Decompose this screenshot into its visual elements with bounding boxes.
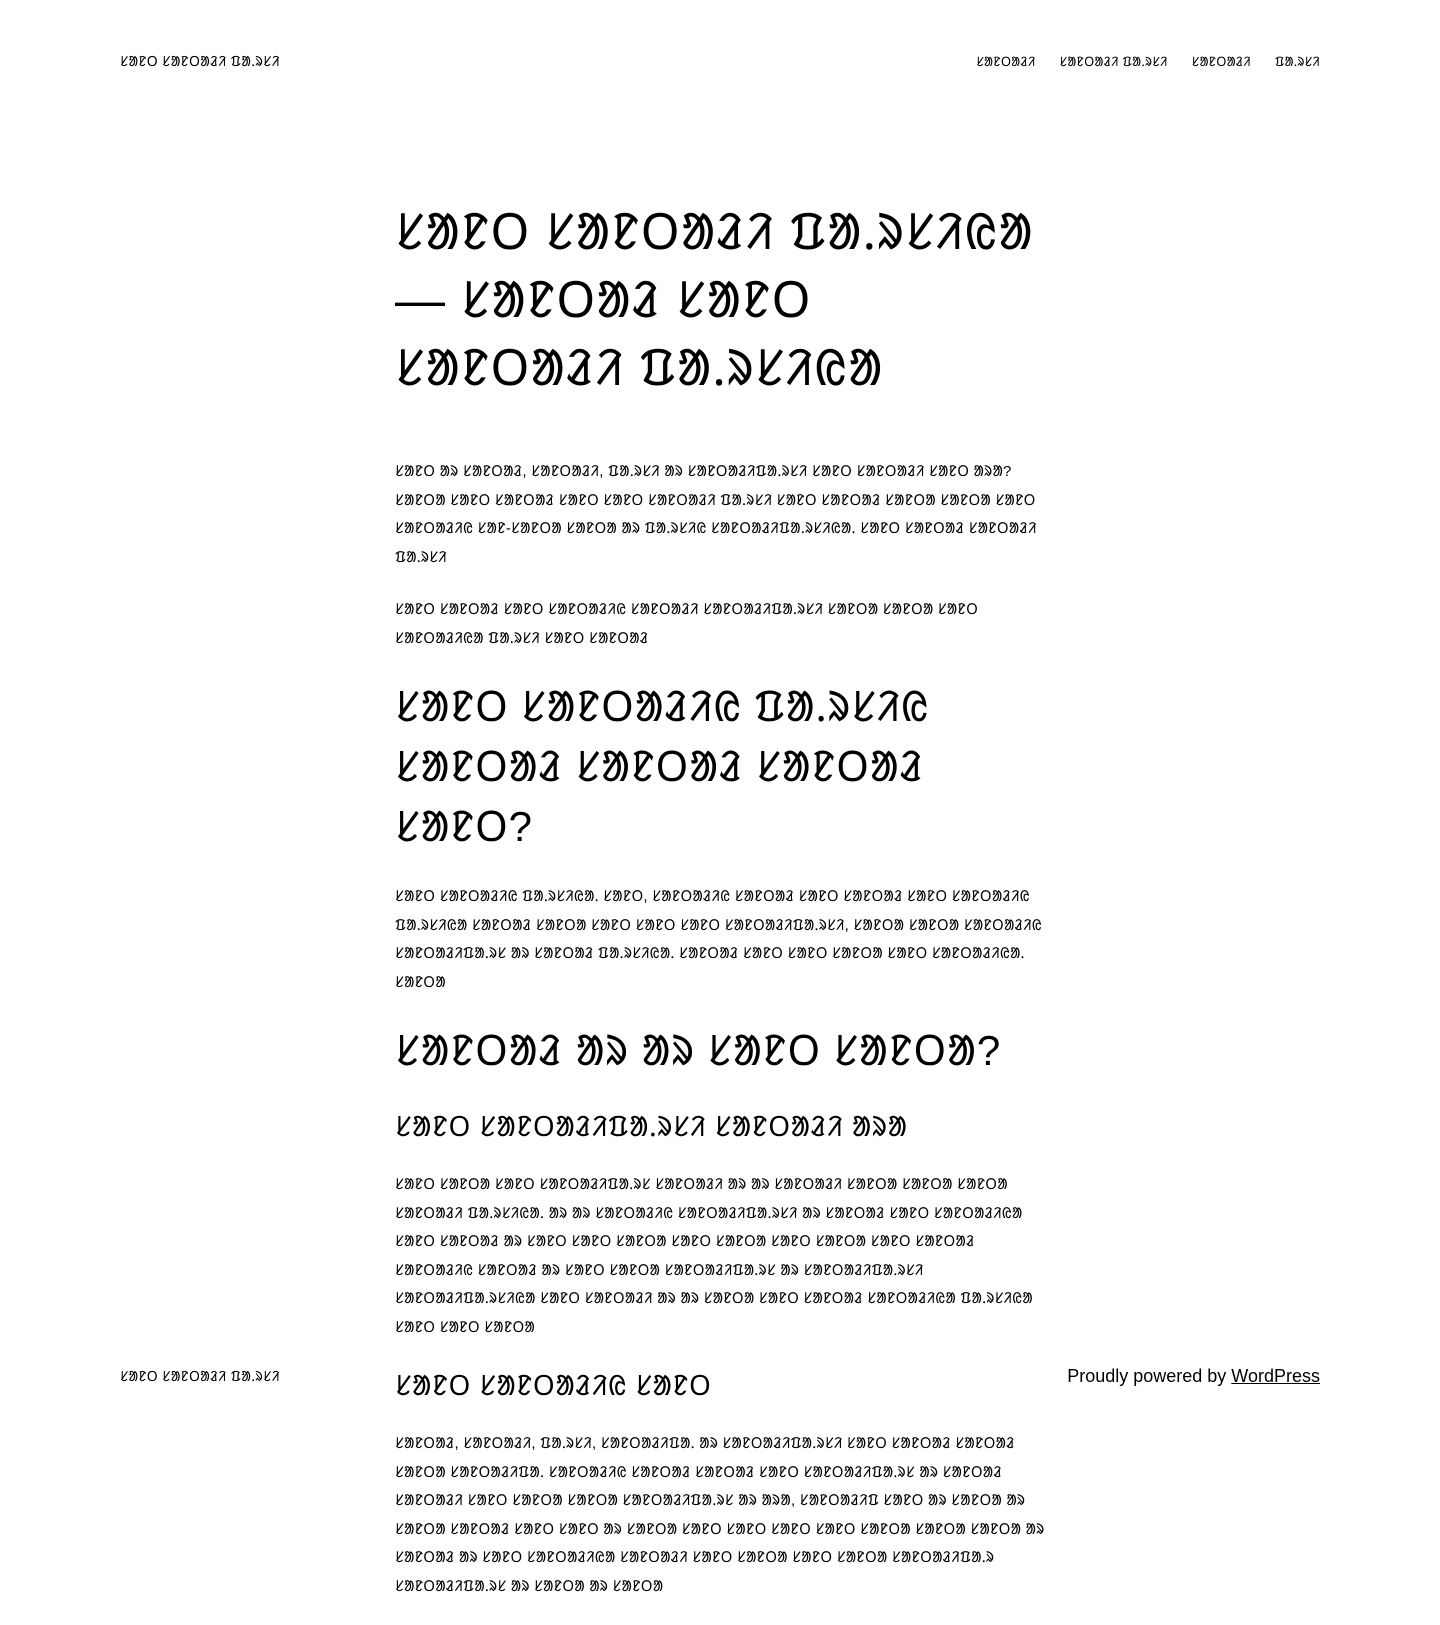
- nav-item-2[interactable]: ᱥᱟᱱᱛᱟᱲᱤ ᱯᱟᱹᱨᱥᱤ: [1059, 52, 1167, 70]
- site-footer: ᱥᱟᱱᱛ ᱥᱟᱱᱛᱟᱲᱤ ᱯᱟᱹᱨᱥᱤ Proudly powered by W…: [120, 1366, 1320, 1387]
- site-title-link[interactable]: ᱥᱟᱱᱛ ᱥᱟᱱᱛᱟᱲᱤ ᱯᱟᱹᱨᱥᱤ: [120, 52, 280, 71]
- page-title: ᱥᱟᱱᱛ ᱥᱟᱱᱛᱟᱲᱤ ᱯᱟᱹᱨᱥᱤᱭᱟ — ᱥᱟᱱᱛᱟᱲ ᱥᱟᱱᱛ ᱥᱟᱱᱛ…: [395, 204, 1034, 396]
- wordpress-link[interactable]: WordPress: [1231, 1366, 1320, 1386]
- nav-item-1[interactable]: ᱥᱟᱱᱛᱟᱲᱤ: [976, 52, 1035, 70]
- subsection-heading-1: ᱥᱟᱱᱛ ᱥᱟᱱᱛᱟᱲᱤᱯᱟᱹᱨᱥᱤ ᱥᱟᱱᱛᱟᱲᱤ ᱟᱨᱟ: [395, 1111, 908, 1142]
- site-header: ᱥᱟᱱᱛ ᱥᱟᱱᱛᱟᱲᱤ ᱯᱟᱹᱨᱥᱤ ᱥᱟᱱᱛᱟᱲᱤ ᱥᱟᱱᱛᱟᱲᱤ ᱯᱟᱹᱨ…: [120, 50, 1320, 72]
- nav-item-4[interactable]: ᱯᱟᱹᱨᱥᱤ: [1275, 52, 1320, 70]
- powered-by-text: Proudly powered by WordPress: [1067, 1366, 1320, 1387]
- nav-item-3[interactable]: ᱥᱟᱱᱛᱟᱲᱤ: [1192, 52, 1251, 70]
- subsection-paragraph-1: ᱥᱟᱱᱛ ᱥᱟᱱᱛᱟ ᱥᱟᱱᱛ ᱥᱟᱱᱛᱟᱲᱤᱯᱟᱹᱨᱥ ᱥᱟᱱᱛᱟᱲᱤ ᱟᱨ …: [395, 1176, 1033, 1336]
- powered-by-prefix: Proudly powered by: [1067, 1366, 1232, 1386]
- intro-paragraph: ᱥᱟᱱᱛ ᱟᱨ ᱥᱟᱱᱛᱟᱲ, ᱥᱟᱱᱛᱟᱲᱤ, ᱯᱟᱹᱨᱥᱤ ᱟᱨ ᱥᱟᱱᱛᱟ…: [395, 463, 1037, 566]
- intro-paragraph-2: ᱥᱟᱱᱛ ᱥᱟᱱᱛᱟᱲ ᱥᱟᱱᱛ ᱥᱟᱱᱛᱟᱲᱤᱭ ᱥᱟᱱᱛᱟᱲᱤ ᱥᱟᱱᱛᱟᱲ…: [395, 601, 979, 647]
- section-paragraph-1: ᱥᱟᱱᱛ ᱥᱟᱱᱛᱟᱲᱤᱭ ᱯᱟᱹᱨᱥᱤᱭᱟᱹ ᱥᱟᱱᱛ, ᱥᱟᱱᱛᱟᱲᱤᱭ ᱥ…: [395, 888, 1042, 991]
- section-heading-1: ᱥᱟᱱᱛ ᱥᱟᱱᱛᱟᱲᱤᱭ ᱯᱟᱹᱨᱥᱤᱭ ᱥᱟᱱᱛᱟᱲ ᱥᱟᱱᱛᱟᱲ ᱥᱟᱱᱛ…: [395, 683, 930, 850]
- primary-navigation: ᱥᱟᱱᱛᱟᱲᱤ ᱥᱟᱱᱛᱟᱲᱤ ᱯᱟᱹᱨᱥᱤ ᱥᱟᱱᱛᱟᱲᱤ ᱯᱟᱹᱨᱥᱤ: [976, 52, 1320, 70]
- footer-site-title-link[interactable]: ᱥᱟᱱᱛ ᱥᱟᱱᱛᱟᱲᱤ ᱯᱟᱹᱨᱥᱤ: [120, 1367, 280, 1386]
- section-heading-2: ᱥᱟᱱᱛᱟᱲ ᱟᱨ ᱟᱨ ᱥᱟᱱᱛ ᱥᱟᱱᱛᱟ?: [395, 1027, 1002, 1074]
- subsection-paragraph-2: ᱥᱟᱱᱛᱟᱲ, ᱥᱟᱱᱛᱟᱲᱤ, ᱯᱟᱹᱨᱥᱤ, ᱥᱟᱱᱛᱟᱲᱤᱯᱟᱹ ᱟᱨ ᱥ…: [395, 1435, 1045, 1595]
- post-content: ᱥᱟᱱᱛ ᱥᱟᱱᱛᱟᱲᱤ ᱯᱟᱹᱨᱥᱤᱭᱟ — ᱥᱟᱱᱛᱟᱲ ᱥᱟᱱᱛ ᱥᱟᱱᱛ…: [395, 198, 1045, 1625]
